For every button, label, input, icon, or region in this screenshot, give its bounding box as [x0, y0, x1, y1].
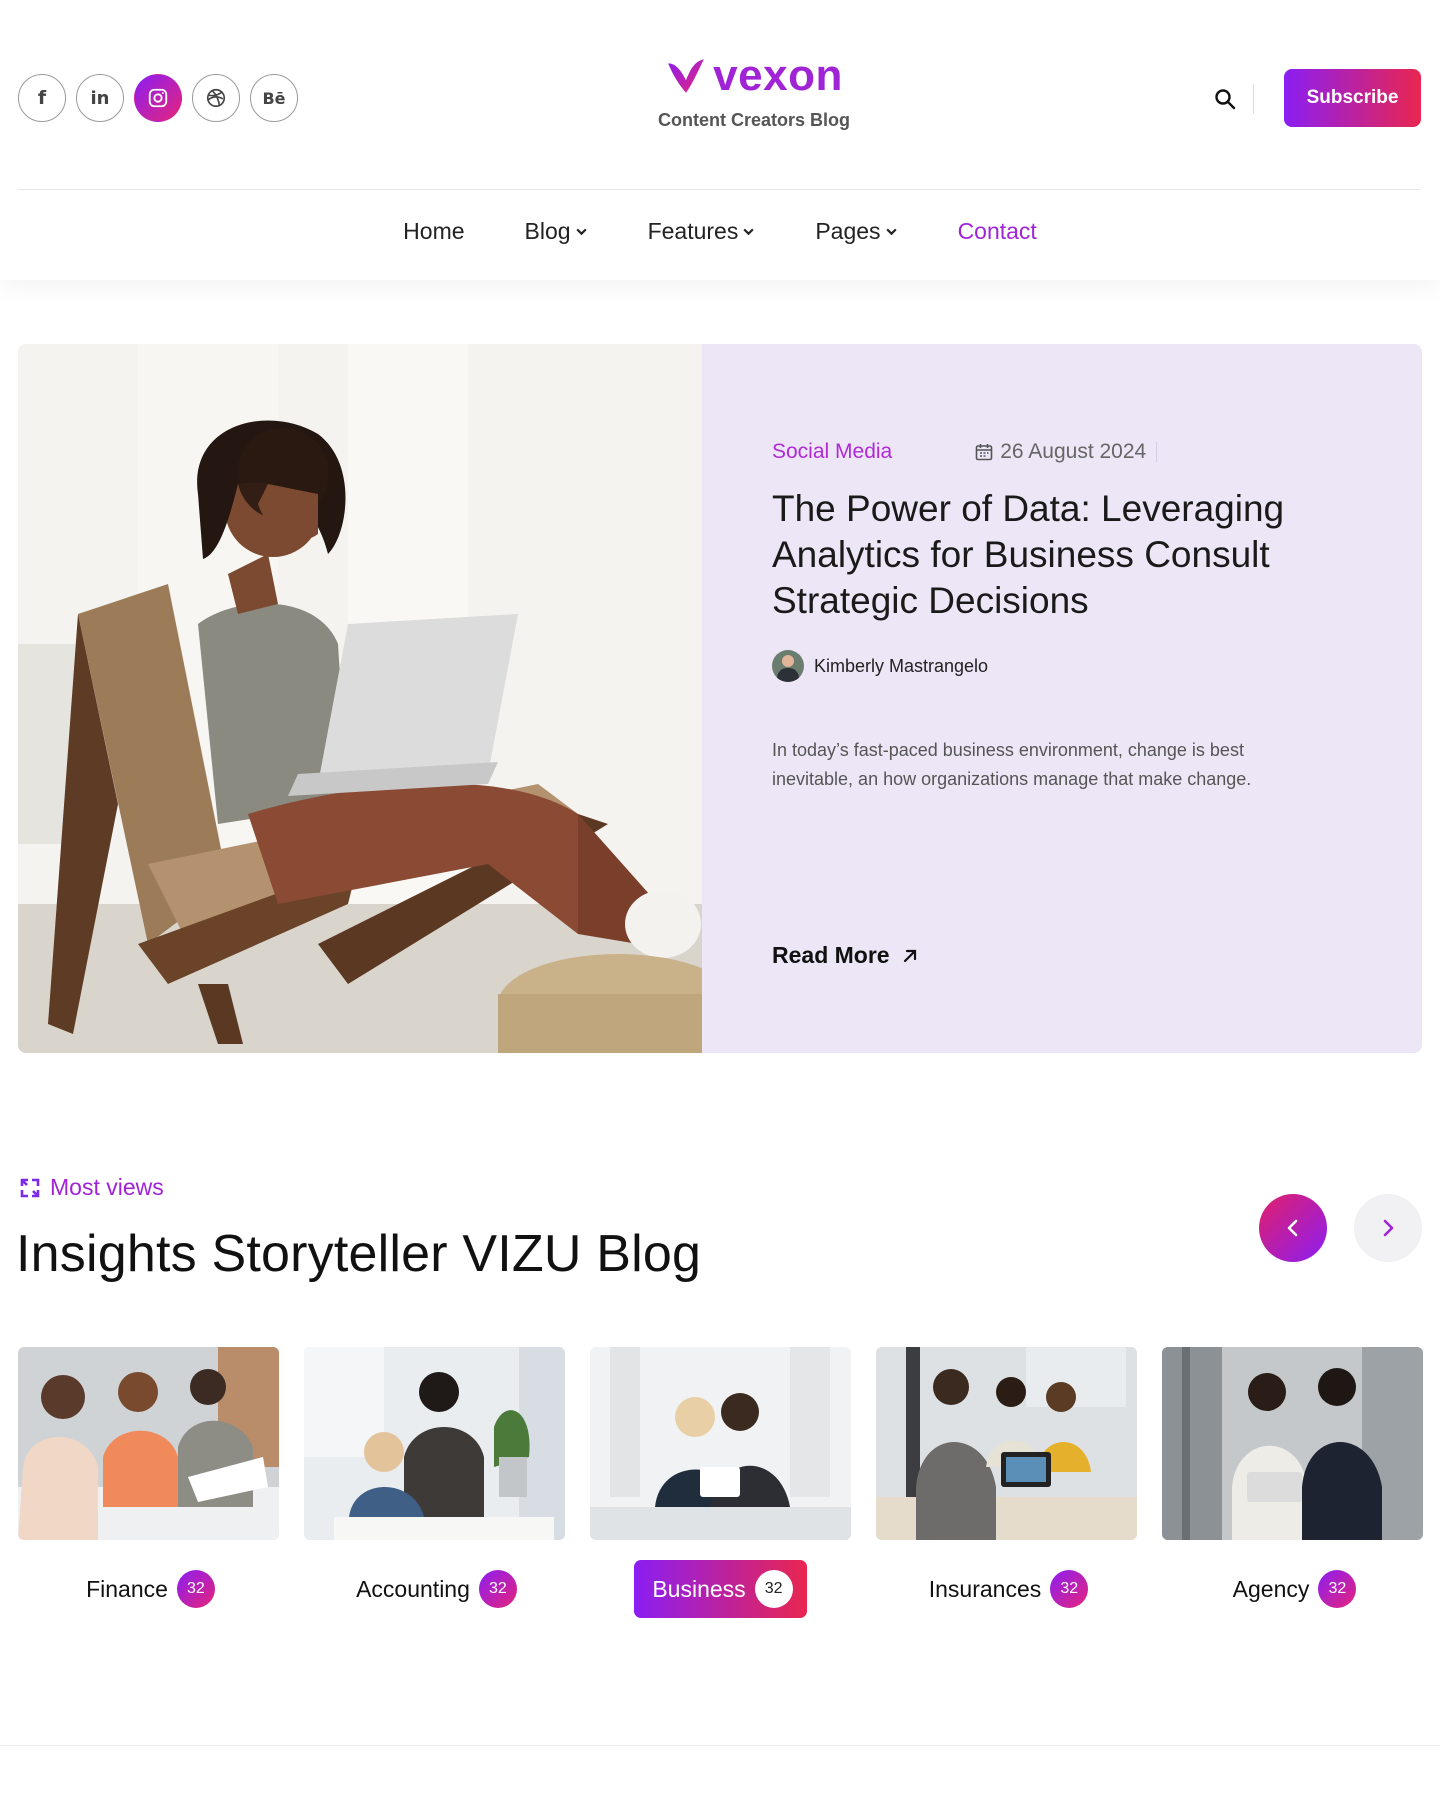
site-header: f in Bē vexon Content Creators Blog Subs…	[0, 0, 1440, 280]
category-card-business[interactable]: Business 32	[590, 1347, 851, 1618]
chevron-down-icon	[575, 228, 587, 236]
chevron-down-icon	[885, 228, 897, 236]
meta-divider	[1156, 442, 1158, 462]
subscribe-button[interactable]: Subscribe	[1284, 69, 1421, 127]
post-excerpt: In today’s fast-paced business environme…	[772, 740, 1252, 789]
featured-post: Social Media 26 August 2024 The Power of…	[18, 344, 1422, 1053]
category-carousel: Finance 32 Accounting 32 Business 32 Ins…	[18, 1347, 1423, 1618]
category-count-badge: 32	[478, 1570, 517, 1608]
nav-item-label: Features	[647, 218, 739, 244]
header-divider-line	[18, 189, 1420, 190]
chevron-right-icon	[1383, 1219, 1394, 1237]
category-name: Finance	[86, 1575, 168, 1602]
category-count-badge: 32	[1318, 1570, 1357, 1608]
section-divider	[0, 1745, 1440, 1746]
main-nav: Home Blog Features Pages Contact	[0, 218, 1440, 245]
category-count-badge: 32	[176, 1570, 215, 1608]
read-more-link[interactable]: Read More	[772, 942, 920, 969]
chevron-left-icon	[1287, 1219, 1298, 1237]
read-more-label: Read More	[772, 942, 890, 968]
facebook-icon[interactable]: f	[18, 74, 66, 122]
category-label[interactable]: Finance 32	[68, 1560, 229, 1618]
category-image	[1162, 1347, 1423, 1540]
category-name: Insurances	[928, 1575, 1042, 1602]
post-category[interactable]: Social Media	[772, 440, 892, 464]
section-title: Insights Storyteller VIZU Blog	[16, 1225, 702, 1283]
author-name: Kimberly Mastrangelo	[814, 655, 989, 676]
calendar-icon	[975, 444, 993, 461]
avatar	[772, 650, 804, 682]
brand-name: vexon	[713, 51, 843, 100]
category-image	[876, 1347, 1137, 1540]
chevron-down-icon	[743, 228, 754, 236]
post-date-text: 26 August 2024	[1000, 440, 1147, 463]
arrow-up-right-icon	[903, 949, 916, 962]
refresh-icon	[20, 1178, 40, 1197]
featured-post-content: Social Media 26 August 2024 The Power of…	[772, 440, 1372, 794]
category-label[interactable]: Agency 32	[1215, 1560, 1371, 1618]
category-card-finance[interactable]: Finance 32	[18, 1347, 279, 1618]
category-name: Business	[652, 1575, 746, 1602]
brand[interactable]: vexon Content Creators Blog	[620, 52, 888, 131]
behance-icon[interactable]: Bē	[250, 74, 298, 122]
carousel-next-button[interactable]	[1354, 1194, 1422, 1262]
section-eyebrow-text: Most views	[50, 1174, 164, 1200]
post-title[interactable]: The Power of Data: Leveraging Analytics …	[772, 486, 1352, 624]
nav-item-label: Pages	[815, 218, 881, 244]
post-date: 26 August 2024	[974, 440, 1146, 464]
nav-item-label: Home	[403, 218, 465, 244]
featured-post-image[interactable]	[18, 344, 702, 1053]
category-card-accounting[interactable]: Accounting 32	[304, 1347, 565, 1618]
category-image	[18, 1347, 279, 1540]
nav-item-features[interactable]: Features	[648, 218, 756, 245]
category-label[interactable]: Insurances 32	[911, 1560, 1103, 1618]
nav-item-pages[interactable]: Pages	[815, 218, 897, 245]
category-label[interactable]: Accounting 32	[338, 1560, 531, 1618]
category-card-insurances[interactable]: Insurances 32	[876, 1347, 1137, 1618]
category-name: Agency	[1232, 1575, 1310, 1602]
header-divider	[1253, 84, 1254, 114]
carousel-prev-button[interactable]	[1259, 1194, 1327, 1262]
instagram-icon[interactable]	[134, 74, 182, 122]
category-count-badge: 32	[754, 1570, 793, 1608]
category-label-active[interactable]: Business 32	[634, 1560, 807, 1618]
category-image	[590, 1347, 851, 1540]
social-links: f in Bē	[18, 74, 298, 122]
nav-item-blog[interactable]: Blog	[525, 218, 588, 245]
brand-logo-icon	[665, 55, 707, 97]
dribbble-icon[interactable]	[192, 74, 240, 122]
nav-item-label: Blog	[524, 218, 571, 244]
category-name: Accounting	[356, 1575, 470, 1602]
nav-item-home[interactable]: Home	[403, 218, 464, 245]
brand-tagline: Content Creators Blog	[657, 110, 850, 130]
section-eyebrow: Most views	[18, 1174, 164, 1201]
search-icon[interactable]	[1210, 84, 1240, 114]
nav-item-contact[interactable]: Contact	[958, 218, 1037, 245]
post-meta: Social Media 26 August 2024	[772, 440, 1372, 464]
category-count-badge: 32	[1050, 1570, 1089, 1608]
nav-item-label: Contact	[957, 218, 1037, 244]
post-author[interactable]: Kimberly Mastrangelo	[772, 650, 1372, 682]
linkedin-icon[interactable]: in	[76, 74, 124, 122]
category-image	[304, 1347, 565, 1540]
category-card-agency[interactable]: Agency 32	[1162, 1347, 1423, 1618]
